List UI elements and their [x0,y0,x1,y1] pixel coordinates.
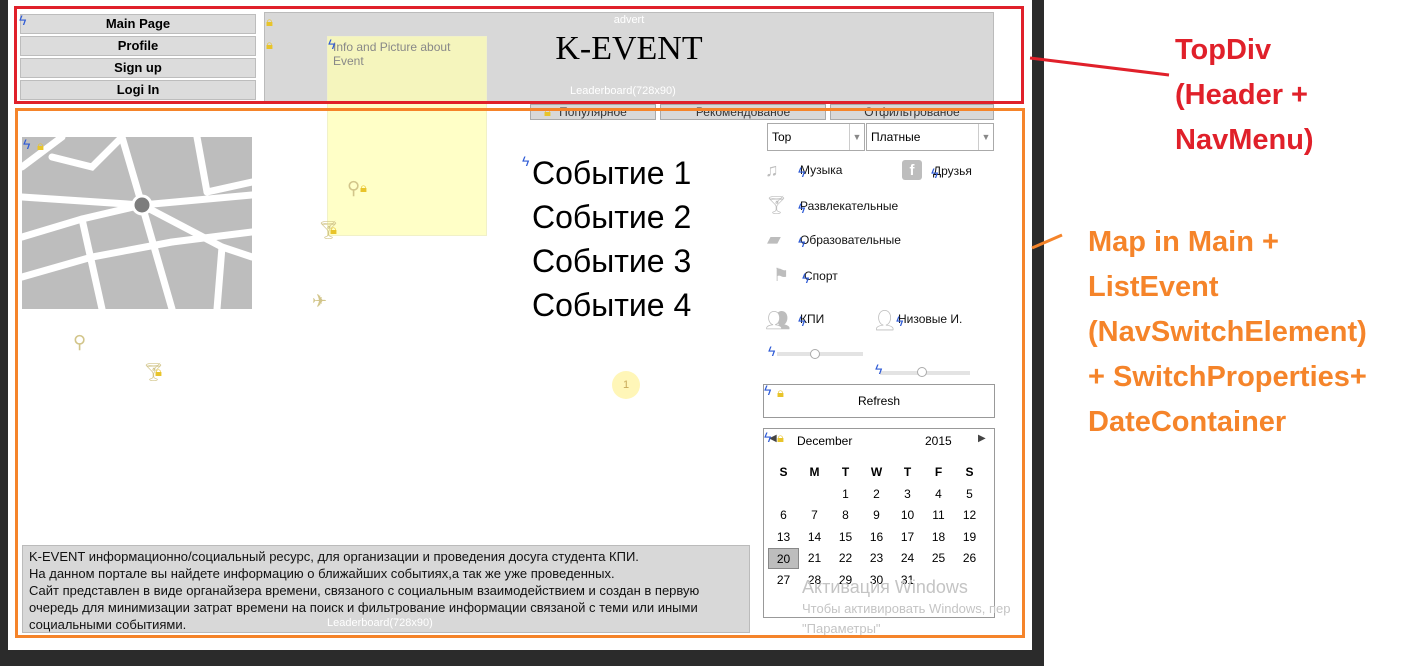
window-edge-left [0,0,8,666]
annotation-line: (Header + [1175,79,1308,111]
annotation-topdiv: TopDiv (Header + NavMenu) [1175,28,1314,163]
annotation-line: NavMenu) [1175,124,1314,156]
main-frame [15,108,1025,638]
annotation-line: + SwitchProperties+ [1088,361,1367,393]
window-edge-bottom [0,650,1044,666]
annotation-line: (NavSwitchElement) [1088,316,1367,348]
annotation-line: Map in Main + [1088,226,1279,258]
annotation-main: Map in Main + ListEvent (NavSwitchElemen… [1088,220,1367,445]
annotation-line: ListEvent [1088,271,1219,303]
topdiv-frame [14,6,1024,104]
annotation-line: DateContainer [1088,406,1287,438]
annotation-line: TopDiv [1175,34,1272,66]
